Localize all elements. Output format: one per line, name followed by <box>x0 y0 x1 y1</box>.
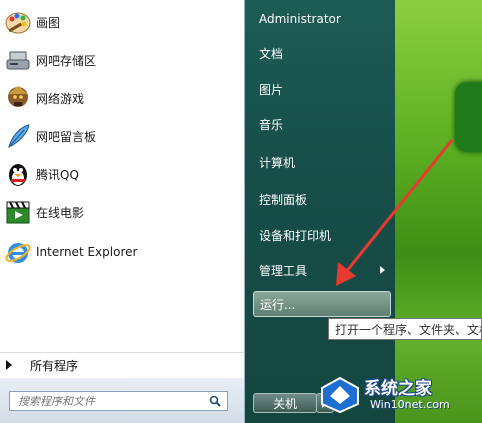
menu-item-label: 控制面板 <box>259 192 308 207</box>
search-icon[interactable] <box>209 395 221 407</box>
start-menu-places-pane: Administrator 文档 图片 音乐 计算机 控制面板 设备和打印机 管… <box>245 0 395 423</box>
menu-item-label: 计算机 <box>259 155 296 170</box>
start-menu-programs-pane: 画图 网吧存储区 网络游戏 网吧留言板 腾讯QQ 在线电影 Internet E… <box>0 0 245 423</box>
site-watermark: 系统之家 Win10net.com <box>318 372 478 418</box>
search-input[interactable] <box>16 392 205 410</box>
run-tooltip: 打开一个程序、文件夹、文档 <box>328 318 482 340</box>
program-item-qq[interactable]: 腾讯QQ <box>0 156 244 192</box>
program-item-message-board[interactable]: 网吧留言板 <box>0 118 244 154</box>
program-label: 网吧存储区 <box>36 53 97 68</box>
qq-penguin-icon <box>4 160 32 188</box>
shutdown-button[interactable]: 关机 <box>253 393 317 413</box>
program-item-internet-explorer[interactable]: Internet Explorer <box>0 234 244 270</box>
watermark-logo-icon <box>321 376 359 414</box>
program-label: 网络游戏 <box>36 91 85 106</box>
storage-device-icon <box>4 46 32 74</box>
shutdown-label: 关机 <box>272 396 297 411</box>
film-clapper-icon <box>4 198 32 226</box>
menu-item-pictures[interactable]: 图片 <box>253 76 391 102</box>
program-label: 腾讯QQ <box>36 167 79 182</box>
menu-item-music[interactable]: 音乐 <box>253 111 391 137</box>
program-label: 在线电影 <box>36 205 85 220</box>
watermark-url: Win10net.com <box>370 398 450 411</box>
menu-item-label: 管理工具 <box>259 263 308 278</box>
all-programs-label: 所有程序 <box>30 358 79 373</box>
program-item-paint[interactable]: 画图 <box>0 4 244 40</box>
menu-item-label: 设备和打印机 <box>259 228 332 243</box>
program-item-online-games[interactable]: 网络游戏 <box>0 80 244 116</box>
chevron-right-icon <box>6 360 12 370</box>
menu-item-computer[interactable]: 计算机 <box>253 149 391 175</box>
desktop-wallpaper <box>395 0 482 423</box>
program-label: 网吧留言板 <box>36 129 97 144</box>
search-box[interactable] <box>9 391 228 411</box>
program-item-storage[interactable]: 网吧存储区 <box>0 42 244 78</box>
program-item-online-movies[interactable]: 在线电影 <box>0 194 244 230</box>
menu-item-devices-printers[interactable]: 设备和打印机 <box>253 222 391 248</box>
search-area <box>0 378 244 423</box>
menu-item-user[interactable]: Administrator <box>253 6 391 32</box>
menu-item-control-panel[interactable]: 控制面板 <box>253 186 391 212</box>
menu-item-label: 运行... <box>260 297 296 312</box>
menu-item-run[interactable]: 运行... <box>253 291 391 317</box>
menu-item-label: Administrator <box>259 12 341 26</box>
watermark-title: 系统之家 <box>364 379 432 399</box>
all-programs-button[interactable]: 所有程序 <box>0 352 244 377</box>
program-label: Internet Explorer <box>36 245 138 259</box>
paint-icon <box>4 8 32 36</box>
menu-item-label: 音乐 <box>259 117 284 132</box>
menu-item-label: 图片 <box>259 82 284 97</box>
internet-explorer-icon <box>4 238 32 266</box>
tooltip-text: 打开一个程序、文件夹、文档 <box>335 322 482 337</box>
menu-item-admin-tools[interactable]: 管理工具 <box>253 257 391 283</box>
menu-item-label: 文档 <box>259 46 284 61</box>
game-character-icon <box>4 84 32 112</box>
wallpaper-decoration <box>455 82 482 152</box>
program-label: 画图 <box>36 15 61 30</box>
feather-pen-icon <box>4 122 32 150</box>
menu-item-documents[interactable]: 文档 <box>253 40 391 66</box>
